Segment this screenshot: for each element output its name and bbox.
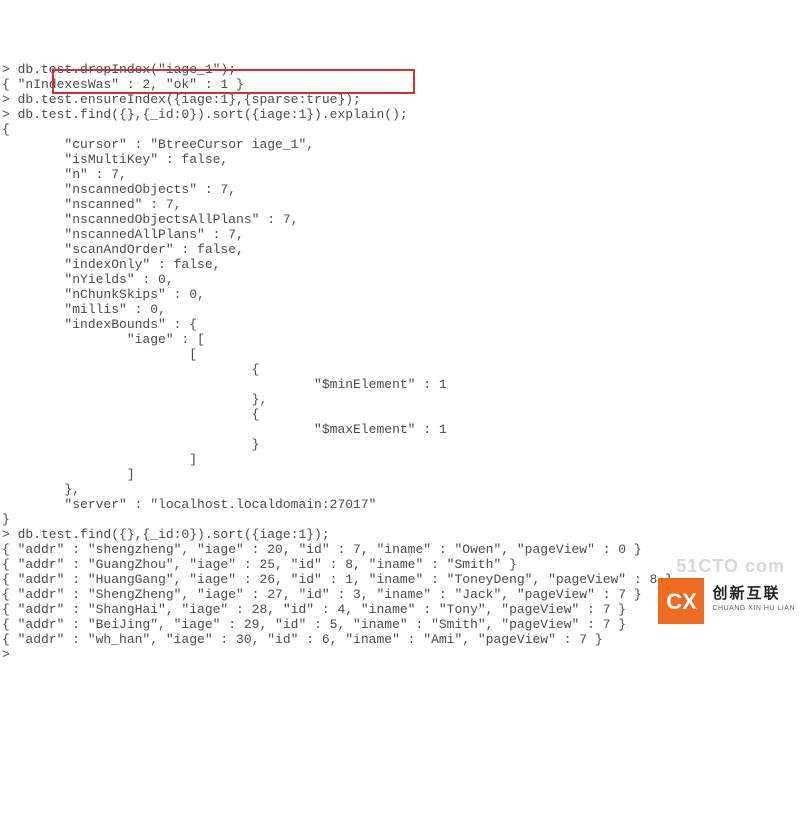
logo-pinyin-text: CHUANG XIN HU LIAN: [712, 601, 795, 616]
logo-text-group: 创新互联 CHUANG XIN HU LIAN: [704, 578, 805, 624]
logo-icon: CX: [658, 578, 704, 624]
footer-logo: CX 创新互联 CHUANG XIN HU LIAN: [658, 578, 805, 624]
watermark-text: 51CTO com: [676, 559, 785, 574]
logo-zh-text: 创新互联: [712, 586, 780, 601]
